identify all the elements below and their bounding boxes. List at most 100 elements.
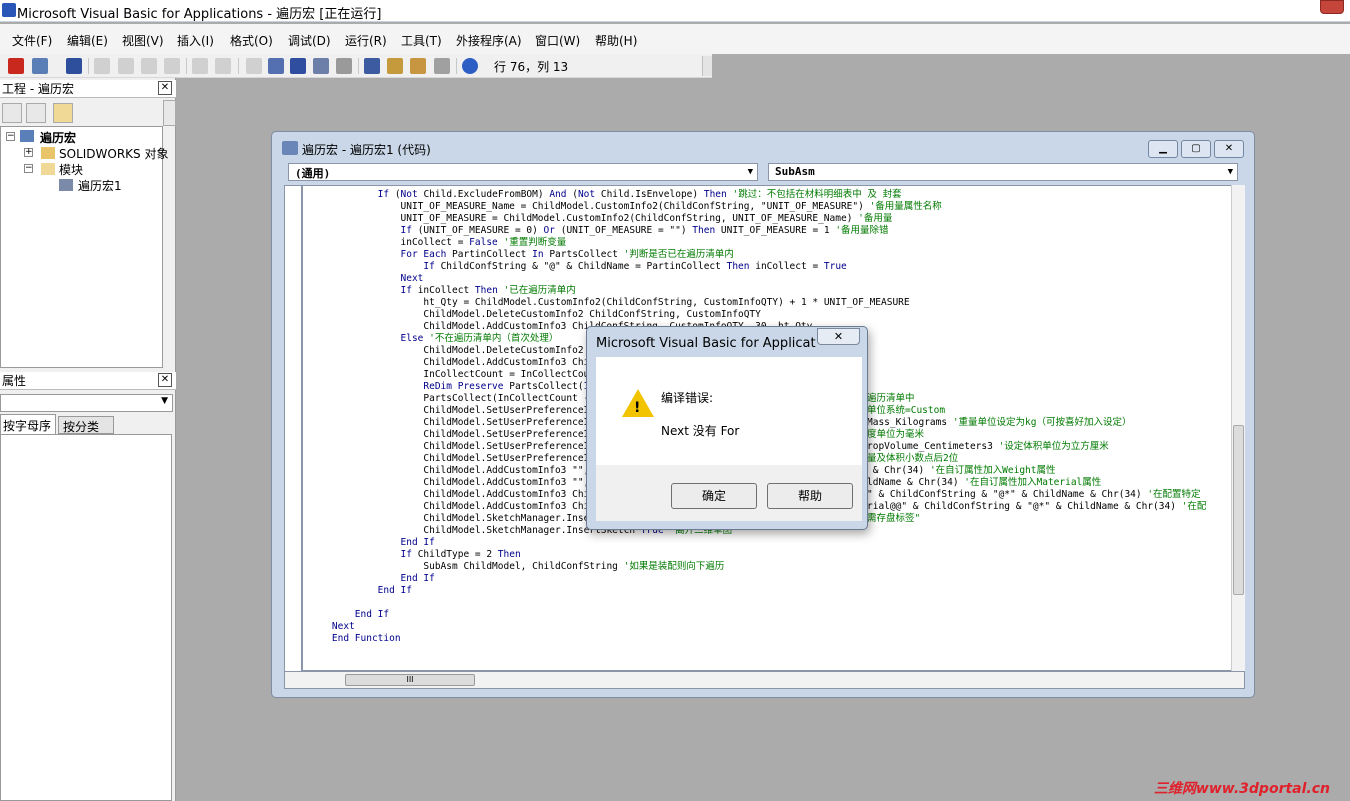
code-line-fragment[interactable]: 遍历清单中 [867, 393, 915, 405]
menu-window[interactable]: 窗口(W) [535, 32, 580, 49]
maximize-button[interactable]: ▢ [1181, 140, 1211, 158]
menu-view[interactable]: 视图(V) [122, 32, 164, 49]
tree-solidworks-objects[interactable]: SOLIDWORKS 对象 [59, 145, 168, 162]
code-line[interactable]: ChildModel.SetUserPreferenceIn [309, 417, 595, 429]
code-line[interactable]: ChildModel.SetUserPreferenceIn [309, 441, 595, 453]
code-line[interactable]: UNIT_OF_MEASURE_Name = ChildModel.Custom… [309, 201, 942, 213]
code-vertical-scrollbar[interactable] [1231, 185, 1245, 671]
menu-debug[interactable]: 调试(D) [288, 32, 331, 49]
redo-icon[interactable] [215, 58, 231, 74]
paste-icon[interactable] [141, 58, 157, 74]
toggle-folders-button[interactable] [53, 103, 73, 123]
code-line[interactable]: ChildModel.DeleteCustomInfo2 ChildConfSt… [309, 309, 760, 321]
object-select[interactable]: ▼ [0, 394, 173, 412]
code-line[interactable]: If (UNIT_OF_MEASURE = 0) Or (UNIT_OF_MEA… [309, 225, 889, 237]
code-line[interactable]: Next [309, 621, 355, 633]
gear-icon[interactable] [336, 58, 352, 74]
menu-run[interactable]: 运行(R) [345, 32, 387, 49]
solidworks-icon[interactable] [8, 58, 24, 74]
code-line[interactable]: ht_Qty = ChildModel.CustomInfo2(ChildCon… [309, 297, 909, 309]
code-line[interactable]: End If [309, 609, 389, 621]
code-line[interactable]: UNIT_OF_MEASURE = ChildModel.CustomInfo2… [309, 213, 893, 225]
procedure-combo[interactable]: SubAsm ▼ [768, 163, 1238, 181]
code-line[interactable]: ChildModel.SketchManager.Inser [309, 513, 595, 525]
code-line-fragment[interactable]: & Chr(34) '在自订属性加入Weight属性 [867, 465, 1056, 477]
code-line[interactable]: ChildModel.DeleteCustomInfo2 C [309, 345, 595, 357]
code-line[interactable]: ChildModel.SetUserPreferenceIn [309, 405, 595, 417]
help-button[interactable]: 帮助 [767, 483, 853, 509]
code-line[interactable]: ChildModel.AddCustomInfo3 Chil [309, 489, 595, 501]
menu-edit[interactable]: 编辑(E) [67, 32, 108, 49]
view-code-button[interactable] [2, 103, 22, 123]
code-line[interactable]: ChildModel.AddCustomInfo3 Chil [309, 357, 595, 369]
hscroll-thumb[interactable]: III [345, 674, 475, 686]
code-line[interactable]: End Function [309, 633, 401, 645]
code-line[interactable]: InCollectCount = InCollectCou [309, 369, 589, 381]
close-button[interactable]: ✕ [1214, 140, 1244, 158]
code-line[interactable]: End If [309, 585, 412, 597]
code-line[interactable]: ChildModel.SetUserPreferenceIn [309, 453, 595, 465]
expand-toggle[interactable]: + [24, 148, 33, 157]
menu-addins[interactable]: 外接程序(A) [456, 32, 522, 49]
ok-button[interactable]: 确定 [671, 483, 757, 509]
code-line-fragment[interactable]: 单位系统=Custom [867, 405, 945, 417]
tree-module-1[interactable]: 遍历宏1 [78, 177, 122, 194]
toolbox-icon[interactable] [434, 58, 450, 74]
menu-file[interactable]: 文件(F) [12, 32, 52, 49]
view-object-button[interactable] [26, 103, 46, 123]
code-line[interactable]: If ChildType = 2 Then [309, 549, 521, 561]
code-line[interactable]: ChildModel.AddCustomInfo3 "", [309, 465, 595, 477]
save-icon[interactable] [66, 58, 82, 74]
code-line[interactable]: End If [309, 573, 435, 585]
run-icon[interactable] [246, 58, 262, 74]
code-line-fragment[interactable]: rial@@" & ChildConfString & "@*" & Child… [867, 501, 1206, 513]
find-icon[interactable] [164, 58, 180, 74]
code-line-fragment[interactable]: 量及体积小数点后2位 [867, 453, 958, 465]
code-line[interactable]: If (Not Child.ExcludeFromBOM) And (Not C… [309, 189, 902, 201]
code-line[interactable]: If inCollect Then '已在遍历清单内 [309, 285, 576, 297]
properties-window-icon[interactable] [387, 58, 403, 74]
code-line-fragment[interactable]: " & ChildConfString & "@*" & ChildName &… [867, 489, 1201, 501]
code-line[interactable]: If ChildConfString & "@" & ChildName = P… [309, 261, 846, 273]
tree-root-project[interactable]: 遍历宏 [40, 129, 76, 146]
code-line[interactable]: Next [309, 273, 424, 285]
window-close-button[interactable] [1320, 0, 1344, 14]
menu-insert[interactable]: 插入(I) [177, 32, 214, 49]
object-browser-icon[interactable] [410, 58, 426, 74]
cut-icon[interactable] [94, 58, 110, 74]
code-line-fragment[interactable]: ldName & Chr(34) '在自订属性加入Material属性 [867, 477, 1101, 489]
collapse-toggle[interactable]: − [6, 132, 15, 141]
code-line[interactable]: For Each PartinCollect In PartsCollect '… [309, 249, 734, 261]
code-line[interactable]: ChildModel.AddCustomInfo3 "", [309, 477, 595, 489]
close-icon[interactable]: ✕ [158, 373, 172, 387]
menu-help[interactable]: 帮助(H) [595, 32, 637, 49]
object-combo[interactable]: (通用) ▼ [288, 163, 758, 181]
code-line[interactable]: ChildModel.AddCustomInfo3 Chil [309, 501, 595, 513]
code-line[interactable]: End If [309, 537, 435, 549]
code-line[interactable]: inCollect = False '重置判断变量 [309, 237, 567, 249]
tree-modules[interactable]: 模块 [59, 161, 83, 178]
code-line-fragment[interactable]: 度单位为毫米 [867, 429, 924, 441]
menu-tools[interactable]: 工具(T) [401, 32, 442, 49]
collapse-toggle[interactable]: − [24, 164, 33, 173]
menu-format[interactable]: 格式(O) [230, 32, 273, 49]
tab-categorized[interactable]: 按分类序 [58, 416, 114, 451]
undo-icon[interactable] [192, 58, 208, 74]
design-mode-icon[interactable] [313, 58, 329, 74]
project-explorer-icon[interactable] [364, 58, 380, 74]
reset-icon[interactable] [290, 58, 306, 74]
code-line[interactable]: Else '不在遍历清单内（首次处理） [309, 333, 559, 345]
code-line-fragment[interactable]: Mass_Kilograms '重量单位设定为kg（可按喜好加入设定） [867, 417, 1131, 429]
copy-icon[interactable] [118, 58, 134, 74]
code-line[interactable]: ChildModel.SetUserPreferenceIn [309, 429, 595, 441]
code-line[interactable]: ReDim Preserve PartsCollect(In [309, 381, 595, 393]
toolbar-grip[interactable] [702, 56, 712, 76]
tab-alphabetic[interactable]: 按字母序 [0, 414, 56, 434]
code-line-fragment[interactable]: 需存盘标签" [867, 513, 920, 525]
help-icon[interactable] [462, 58, 478, 74]
code-line-fragment[interactable]: ropVolume_Centimeters3 '设定体积单位为立方厘米 [867, 441, 1109, 453]
view-host-icon[interactable] [32, 58, 48, 74]
code-line[interactable]: SubAsm ChildModel, ChildConfString '如果是装… [309, 561, 724, 573]
code-horizontal-scrollbar[interactable]: III [284, 671, 1245, 689]
code-line[interactable]: PartsCollect(InCollectCount - [309, 393, 595, 405]
